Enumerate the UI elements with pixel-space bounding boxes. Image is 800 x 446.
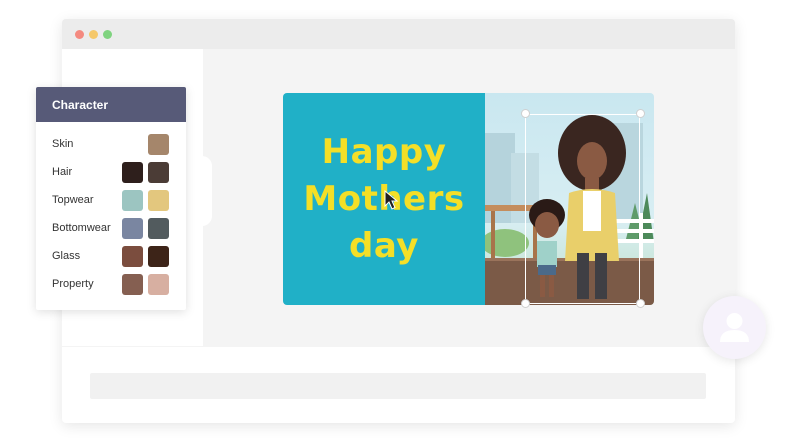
character-row-skin: Skin <box>36 134 186 156</box>
window-titlebar <box>62 19 735 49</box>
property-swatch-1[interactable] <box>122 274 143 295</box>
topwear-swatch-2[interactable] <box>148 190 169 211</box>
app-stage: Happy Mothers day Character Skin Hair To… <box>0 0 800 446</box>
character-row-label: Skin <box>52 138 74 150</box>
resize-handle-top-right[interactable] <box>636 109 645 118</box>
scene-title-line-3: day <box>349 225 419 266</box>
character-row-topwear: Topwear <box>36 190 186 212</box>
skin-swatch-1[interactable] <box>148 134 169 155</box>
character-row-label: Glass <box>52 250 81 262</box>
glass-swatch-2[interactable] <box>148 246 169 267</box>
timeline-track[interactable] <box>90 373 706 399</box>
character-row-property: Property <box>36 274 186 296</box>
character-row-glass: Glass <box>36 246 186 268</box>
hair-swatch-2[interactable] <box>148 162 169 183</box>
mouse-pointer-icon <box>384 190 399 210</box>
user-avatar-button[interactable] <box>703 296 766 359</box>
character-panel: Character Skin Hair Topwear Bottomwear G… <box>36 87 186 310</box>
window-maximize-button[interactable] <box>103 30 112 39</box>
character-row-bottomwear: Bottomwear <box>36 218 186 240</box>
window-minimize-button[interactable] <box>89 30 98 39</box>
selection-frame[interactable] <box>525 114 640 304</box>
timeline-panel <box>62 347 735 423</box>
character-row-label: Bottomwear <box>52 222 111 234</box>
bottomwear-swatch-1[interactable] <box>122 218 143 239</box>
sidebar-collapse-tab[interactable] <box>200 156 212 226</box>
character-row-label: Property <box>52 278 94 290</box>
user-icon <box>720 313 749 342</box>
bottomwear-swatch-2[interactable] <box>148 218 169 239</box>
character-row-label: Hair <box>52 166 73 178</box>
glass-swatch-1[interactable] <box>122 246 143 267</box>
hair-swatch-1[interactable] <box>122 162 143 183</box>
window-close-button[interactable] <box>75 30 84 39</box>
property-swatch-2[interactable] <box>148 274 169 295</box>
topwear-swatch-1[interactable] <box>122 190 143 211</box>
scene-title-line-1: Happy <box>321 131 447 172</box>
character-panel-title: Character <box>36 87 186 122</box>
character-row-hair: Hair <box>36 162 186 184</box>
character-row-label: Topwear <box>52 194 94 206</box>
resize-handle-bottom-right[interactable] <box>636 299 645 308</box>
resize-handle-top-left[interactable] <box>521 109 530 118</box>
resize-handle-bottom-left[interactable] <box>521 299 530 308</box>
